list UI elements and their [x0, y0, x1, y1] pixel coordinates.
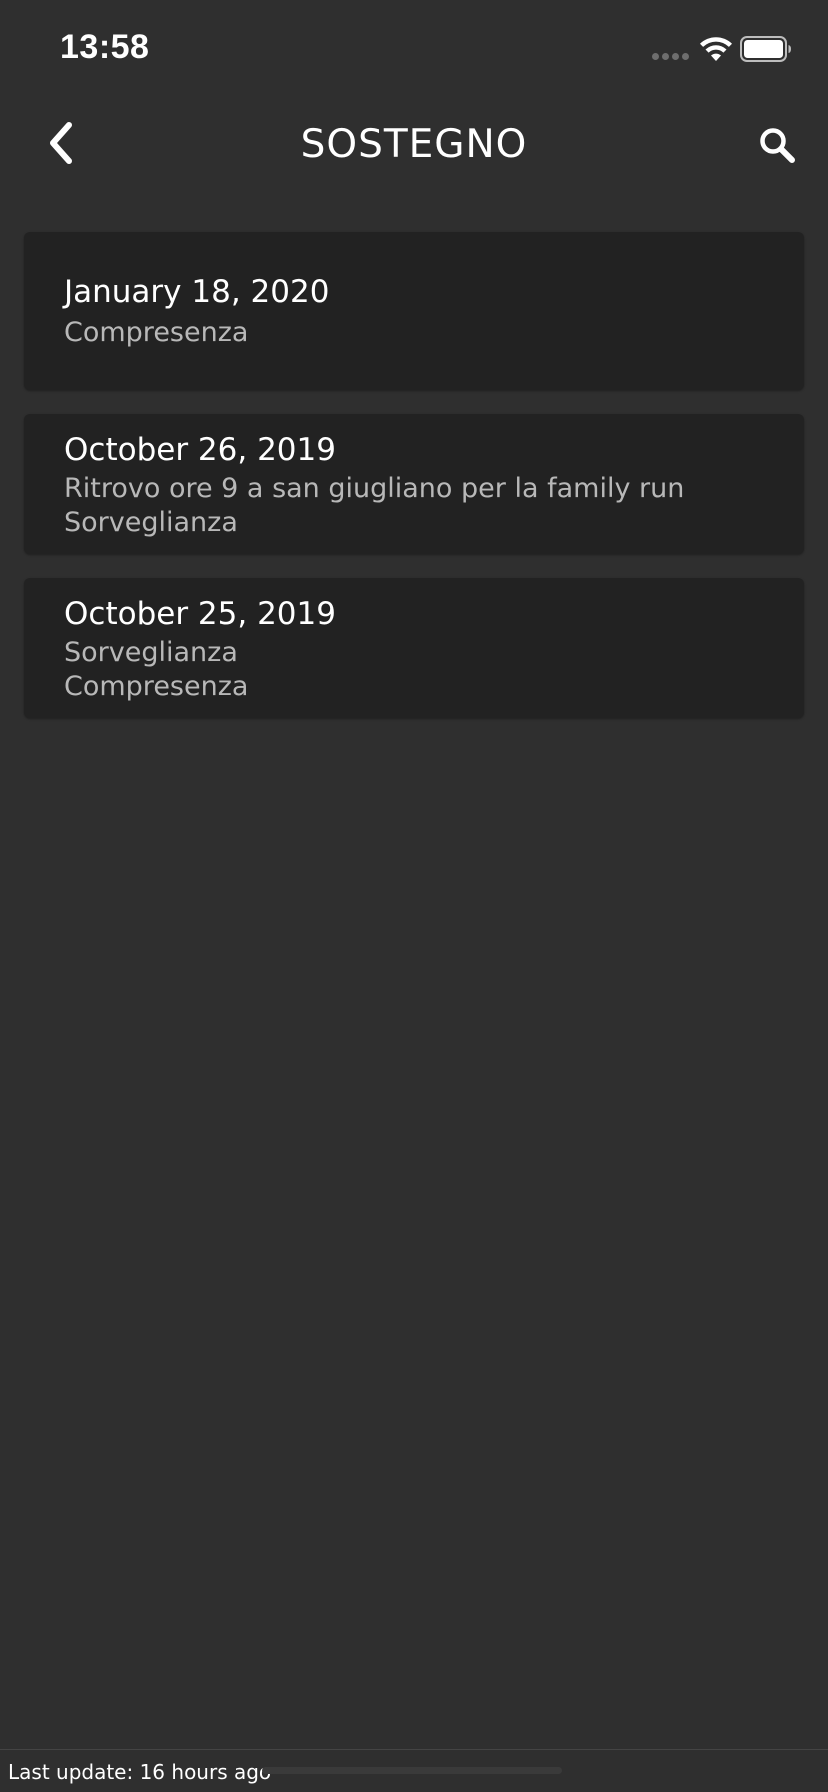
event-line: Sorveglianza — [64, 507, 238, 538]
last-update-label: Last update: 16 hours ago — [8, 1760, 272, 1784]
status-time: 13:58 — [60, 28, 150, 66]
event-line: Compresenza — [64, 671, 249, 702]
event-line: Sorveglianza — [64, 637, 238, 668]
status-bar: 13:58 — [0, 0, 828, 100]
event-list: January 18, 2020 Compresenza October 26,… — [24, 232, 804, 742]
page-title: SOSTEGNO — [300, 122, 528, 167]
cellular-signal-icon — [652, 53, 690, 61]
event-date: October 26, 2019 — [64, 432, 336, 468]
event-card[interactable]: October 26, 2019 Ritrovo ore 9 a san giu… — [24, 414, 804, 554]
footer-bar: Last update: 16 hours ago — [0, 1749, 828, 1792]
battery-icon — [740, 36, 791, 62]
event-date: January 18, 2020 — [64, 274, 330, 310]
event-card[interactable]: October 25, 2019 Sorveglianza Compresenz… — [24, 578, 804, 718]
search-button[interactable] — [752, 120, 802, 170]
event-card[interactable]: January 18, 2020 Compresenza — [24, 232, 804, 390]
event-line: Ritrovo ore 9 a san giugliano per la fam… — [64, 473, 685, 504]
search-icon — [760, 128, 795, 163]
wifi-icon — [700, 37, 732, 61]
navigation-bar: SOSTEGNO — [0, 100, 828, 190]
event-line: Compresenza — [64, 317, 249, 348]
event-date: October 25, 2019 — [64, 596, 336, 632]
home-indicator[interactable] — [262, 1767, 562, 1774]
